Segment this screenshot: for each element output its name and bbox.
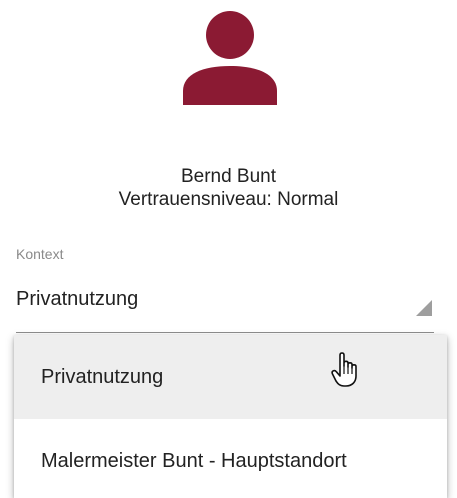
context-option-hauptstandort[interactable]: Malermeister Bunt - Hauptstandort: [14, 419, 447, 498]
option-label: Malermeister Bunt - Hauptstandort: [41, 450, 347, 472]
context-option-privatnutzung[interactable]: Privatnutzung: [14, 335, 447, 419]
context-label: Kontext: [16, 246, 64, 262]
person-icon: [183, 11, 277, 105]
context-select-value: Privatnutzung: [16, 288, 139, 310]
user-name: Bernd Bunt: [180, 166, 277, 187]
context-dropdown-menu: Privatnutzung Malermeister Bunt - Haupts…: [14, 335, 447, 498]
trust-level-text: Vertrauensniveau: Normal: [118, 189, 339, 210]
dropdown-arrow-icon: [416, 300, 432, 316]
option-label: Privatnutzung: [41, 366, 164, 388]
hand-pointer-cursor-icon: [331, 352, 357, 387]
profile-context-panel: Bernd Bunt Vertrauensniveau: Normal Kont…: [0, 0, 457, 498]
context-select[interactable]: Privatnutzung: [16, 276, 434, 333]
